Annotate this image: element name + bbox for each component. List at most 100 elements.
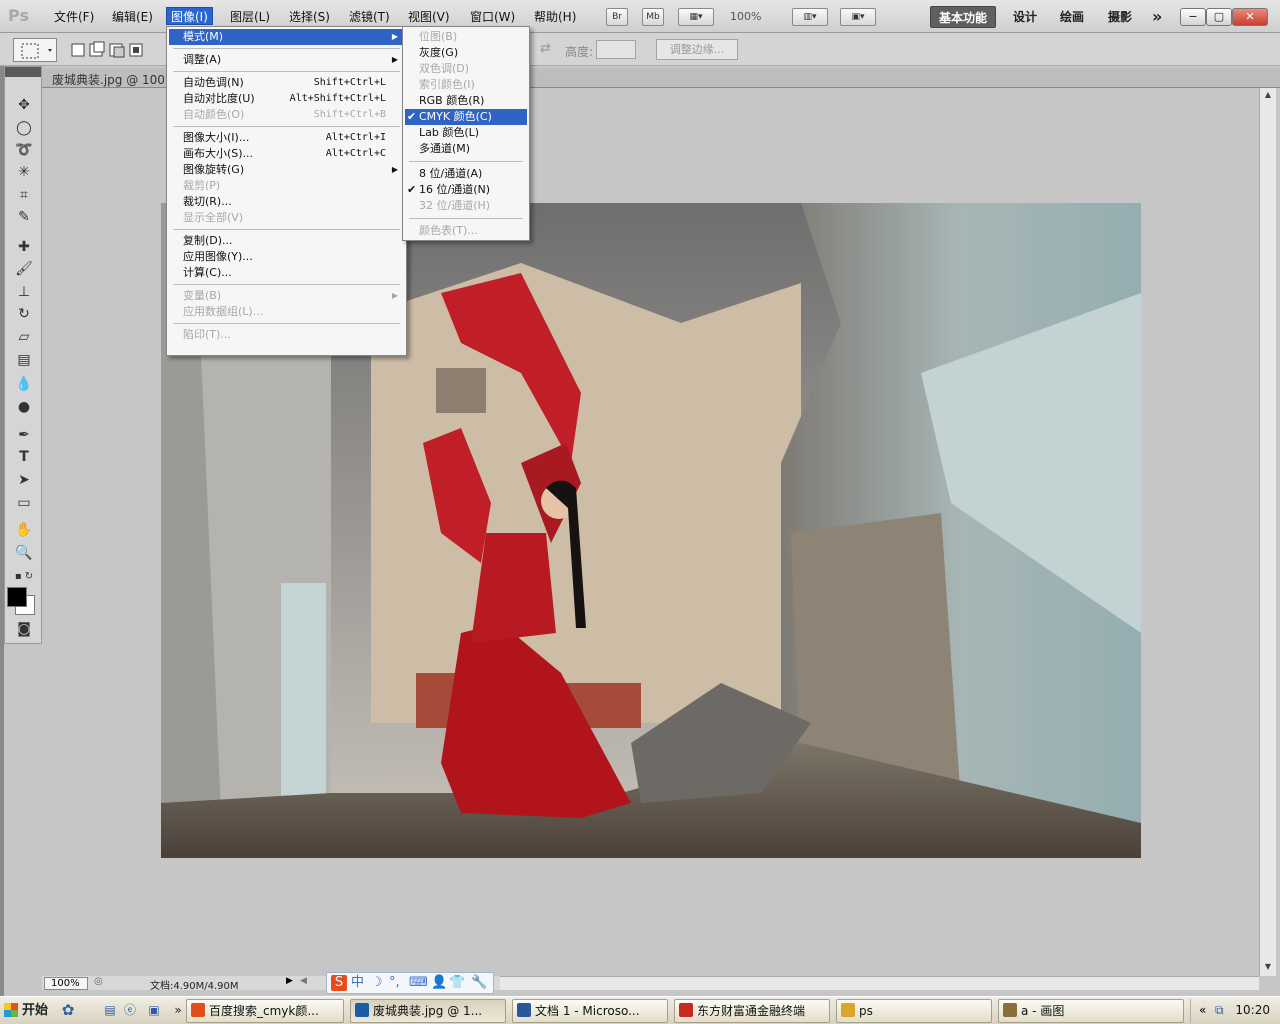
zoom-tool-icon[interactable]: 🔍 (11, 543, 37, 563)
scroll-left-icon[interactable]: ◀ (300, 976, 307, 986)
elliptical-marquee-icon[interactable]: ◯ (11, 118, 37, 138)
vertical-scrollbar[interactable]: ▲ ▼ (1259, 88, 1276, 976)
mode-menu-item[interactable]: ✔ CMYK 颜色(C) (405, 109, 527, 125)
marquee-tool-preset-icon[interactable] (13, 38, 57, 62)
image-menu-item[interactable]: 图像大小(I)... Alt+Ctrl+I (169, 130, 404, 146)
minibridge-button[interactable]: Mb (642, 8, 664, 26)
minimize-button[interactable]: − (1180, 8, 1206, 26)
tools-panel-header[interactable] (5, 67, 41, 77)
menu-edit[interactable]: 编辑(E) (108, 8, 157, 26)
menu-window[interactable]: 窗口(W) (466, 8, 519, 26)
pen-tool-icon[interactable]: ✒ (11, 425, 37, 445)
menu-layer[interactable]: 图层(L) (226, 8, 274, 26)
foreground-color-front[interactable] (7, 587, 27, 607)
mode-menu-item[interactable]: ✔ 16 位/通道(N) (405, 182, 527, 198)
hand-tool-icon[interactable]: ✋ (11, 520, 37, 540)
taskbar-button[interactable]: 百度搜索_cmyk颜... (186, 999, 344, 1023)
tray-expand-icon[interactable]: « (1199, 1003, 1206, 1017)
user-icon[interactable]: 👤 (431, 975, 447, 991)
image-menu-item[interactable]: 计算(C)... (169, 265, 404, 281)
workspace-design[interactable]: 设计 (1005, 6, 1045, 28)
workspace-photography[interactable]: 摄影 (1100, 6, 1140, 28)
status-info-icon[interactable]: ◎ (94, 976, 103, 987)
zoom-field[interactable]: 100% (44, 977, 88, 990)
history-brush-icon[interactable]: ↻ (11, 304, 37, 324)
clone-stamp-icon[interactable]: ⊥ (11, 282, 37, 302)
bridge-button[interactable]: Br (606, 8, 628, 26)
menu-select[interactable]: 选择(S) (285, 8, 334, 26)
menu-file[interactable]: 文件(F) (50, 8, 98, 26)
half-width-icon[interactable]: ☽ (371, 975, 383, 991)
path-selection-icon[interactable]: ➤ (11, 470, 37, 490)
start-button[interactable]: 开始 (0, 999, 50, 1023)
taskbar-button[interactable]: ps (836, 999, 992, 1023)
menu-help[interactable]: 帮助(H) (530, 8, 580, 26)
screen-mode-icon[interactable]: ▣▾ (840, 8, 876, 26)
quick-mask-icon[interactable]: ◙ (11, 619, 37, 639)
magic-wand-icon[interactable]: ✳ (11, 162, 37, 182)
rectangle-tool-icon[interactable]: ▭ (11, 493, 37, 513)
brush-tool-icon[interactable]: 🖌 (11, 259, 37, 279)
eraser-tool-icon[interactable]: ▱ (11, 327, 37, 347)
mode-menu-item[interactable]: Lab 颜色(L) (405, 125, 527, 141)
mode-menu-item[interactable]: 多通道(M) (405, 141, 527, 157)
selection-mode-icons[interactable] (70, 41, 150, 59)
maximize-button[interactable]: ▢ (1206, 8, 1232, 26)
network-tray-icon[interactable]: ⧉ (1215, 1003, 1224, 1018)
taskbar-button[interactable]: 废城典装.jpg @ 1... (350, 999, 506, 1023)
status-menu-arrow-icon[interactable]: ▶ (286, 976, 293, 986)
eyedropper-icon[interactable]: ✎ (11, 207, 37, 227)
punctuation-icon[interactable]: °, (389, 975, 400, 991)
taskbar-button[interactable]: a - 画图 (998, 999, 1184, 1023)
type-tool-icon[interactable]: T (11, 447, 37, 467)
arrange-documents-icon[interactable]: ▥▾ (792, 8, 828, 26)
move-tool-icon[interactable]: ✥ (11, 95, 37, 115)
quicklaunch-more-icon[interactable]: » (170, 1002, 186, 1018)
document-tab[interactable]: 废城典装.jpg @ 100 (52, 71, 165, 88)
image-menu-item[interactable]: 图像旋转(G) ▶ (169, 162, 404, 178)
image-menu-item[interactable]: 调整(A) ▶ (169, 52, 404, 68)
image-menu-item[interactable]: 自动对比度(U) Alt+Shift+Ctrl+L (169, 91, 404, 107)
gradient-tool-icon[interactable]: ▤ (11, 350, 37, 370)
image-menu-item[interactable]: 自动色调(N) Shift+Ctrl+L (169, 75, 404, 91)
height-input[interactable] (596, 40, 636, 59)
skin-icon[interactable]: 👕 (449, 975, 465, 991)
menu-image[interactable]: 图像(I) (166, 7, 213, 25)
zoom-level[interactable]: 100% (730, 10, 761, 23)
sogou-logo-icon[interactable]: S (331, 975, 347, 991)
image-menu-item[interactable]: 模式(M) ▶ (169, 29, 404, 45)
mode-menu-item[interactable]: 灰度(G) (405, 45, 527, 61)
blur-tool-icon[interactable]: 💧 (11, 374, 37, 394)
swap-colors-icon[interactable]: ▪ ↻ (11, 567, 37, 587)
quicklaunch-ie-icon[interactable]: ⓔ (122, 1002, 138, 1018)
workspace-essentials[interactable]: 基本功能 (930, 6, 997, 28)
close-button[interactable]: ✕ (1232, 8, 1268, 26)
image-menu-item[interactable]: 应用图像(Y)... (169, 249, 404, 265)
healing-brush-icon[interactable]: ✚ (11, 237, 37, 257)
view-extras-icon[interactable]: ▦▾ (678, 8, 714, 26)
scroll-up-icon[interactable]: ▲ (1262, 90, 1274, 102)
refine-edge-button[interactable]: 调整边缘... (656, 39, 738, 60)
taskbar-button[interactable]: 东方财富通金融终端 (674, 999, 830, 1023)
more-workspaces-icon[interactable]: » (1144, 6, 1170, 28)
mode-menu-item[interactable]: RGB 颜色(R) (405, 93, 527, 109)
crop-tool-icon[interactable]: ⌗ (11, 185, 37, 205)
image-menu-item[interactable]: 画布大小(S)... Alt+Ctrl+C (169, 146, 404, 162)
quicklaunch-doc-icon[interactable]: ▤ (102, 1002, 118, 1018)
dodge-tool-icon[interactable]: ● (11, 397, 37, 417)
chinese-mode-icon[interactable]: 中 (351, 975, 364, 991)
taskbar-button[interactable]: 文档 1 - Microso... (512, 999, 668, 1023)
swap-icon[interactable]: ⇄ (540, 41, 551, 56)
menu-view[interactable]: 视图(V) (404, 8, 454, 26)
soft-keyboard-icon[interactable]: ⌨ (409, 975, 428, 991)
horizontal-scrollbar[interactable] (500, 976, 1259, 990)
quicklaunch-media-icon[interactable]: ▣ (146, 1002, 162, 1018)
mode-menu-item[interactable]: 8 位/通道(A) (405, 166, 527, 182)
lasso-tool-icon[interactable]: ➰ (11, 140, 37, 160)
msn-butterfly-icon[interactable]: ✿ (60, 1002, 76, 1018)
workspace-painting[interactable]: 绘画 (1052, 6, 1092, 28)
scroll-down-icon[interactable]: ▼ (1262, 962, 1274, 974)
menu-filter[interactable]: 滤镜(T) (345, 8, 394, 26)
image-menu-item[interactable]: 复制(D)... (169, 233, 404, 249)
image-menu-item[interactable]: 裁切(R)... (169, 194, 404, 210)
